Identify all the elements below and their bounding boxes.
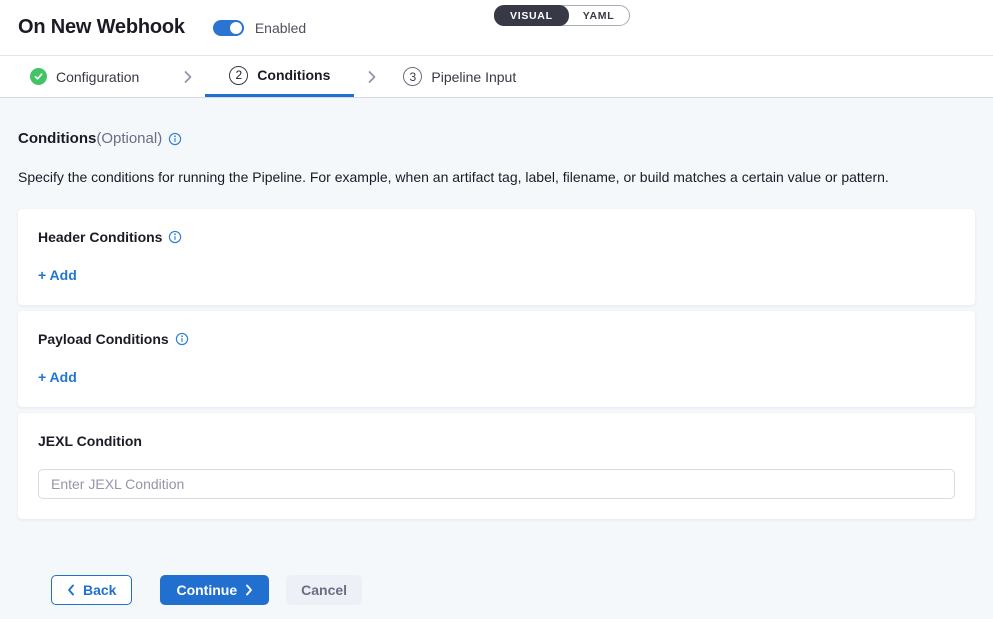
payload-conditions-add-button[interactable]: + Add (38, 369, 77, 385)
cancel-button[interactable]: Cancel (286, 575, 362, 605)
conditions-description: Specify the conditions for running the P… (18, 169, 975, 185)
visual-segment[interactable]: VISUAL (494, 5, 569, 26)
conditions-heading-row: Conditions (Optional) (18, 130, 975, 147)
step-number-badge: 3 (403, 67, 422, 86)
conditions-panel: Conditions (Optional) Specify the condit… (0, 130, 993, 605)
payload-conditions-card: Payload Conditions + Add (18, 311, 975, 407)
visual-yaml-switch: VISUAL YAML (494, 5, 630, 26)
check-circle-icon (30, 68, 47, 85)
tab-configuration-label: Configuration (56, 69, 139, 85)
info-icon[interactable] (168, 230, 182, 244)
continue-button[interactable]: Continue (160, 575, 269, 605)
webhook-wizard-page: On New Webhook Enabled VISUAL YAML Confi… (0, 0, 993, 619)
wizard-footer: Back Continue Cancel (51, 575, 975, 605)
tab-configuration[interactable]: Configuration (0, 56, 139, 97)
header-conditions-add-button[interactable]: + Add (38, 267, 77, 283)
conditions-heading: Conditions (18, 130, 96, 147)
chevron-right-icon (245, 584, 253, 596)
yaml-segment[interactable]: YAML (568, 6, 630, 25)
continue-button-label: Continue (176, 582, 237, 598)
header-conditions-card: Header Conditions + Add (18, 209, 975, 305)
payload-conditions-title: Payload Conditions (38, 331, 169, 347)
enabled-toggle[interactable] (213, 20, 244, 36)
page-title: On New Webhook (18, 16, 185, 39)
chevron-right-icon (367, 56, 377, 97)
jexl-condition-input[interactable] (38, 469, 955, 499)
jexl-condition-title-row: JEXL Condition (38, 433, 955, 449)
payload-conditions-title-row: Payload Conditions (38, 331, 955, 347)
jexl-condition-title: JEXL Condition (38, 433, 142, 449)
back-button-label: Back (83, 582, 116, 598)
back-button[interactable]: Back (51, 575, 132, 605)
header-conditions-title: Header Conditions (38, 229, 162, 245)
info-icon[interactable] (168, 132, 182, 146)
info-icon[interactable] (175, 332, 189, 346)
tab-pipeline-input-label: Pipeline Input (431, 69, 516, 85)
toggle-knob (230, 22, 242, 34)
tab-pipeline-input[interactable]: 3 Pipeline Input (399, 56, 520, 97)
cancel-button-label: Cancel (301, 582, 347, 598)
conditions-optional-label: (Optional) (96, 130, 162, 147)
header-conditions-title-row: Header Conditions (38, 229, 955, 245)
tab-conditions-label: Conditions (257, 67, 330, 83)
enabled-toggle-label: Enabled (255, 20, 306, 36)
chevron-left-icon (67, 584, 75, 596)
wizard-stepper: Configuration 2 Conditions 3 Pipeline In… (0, 56, 993, 98)
chevron-right-icon (183, 56, 193, 97)
jexl-condition-card: JEXL Condition (18, 413, 975, 519)
tab-conditions[interactable]: 2 Conditions (205, 56, 354, 97)
page-header: On New Webhook Enabled VISUAL YAML (0, 0, 993, 56)
step-number-badge: 2 (229, 66, 248, 85)
